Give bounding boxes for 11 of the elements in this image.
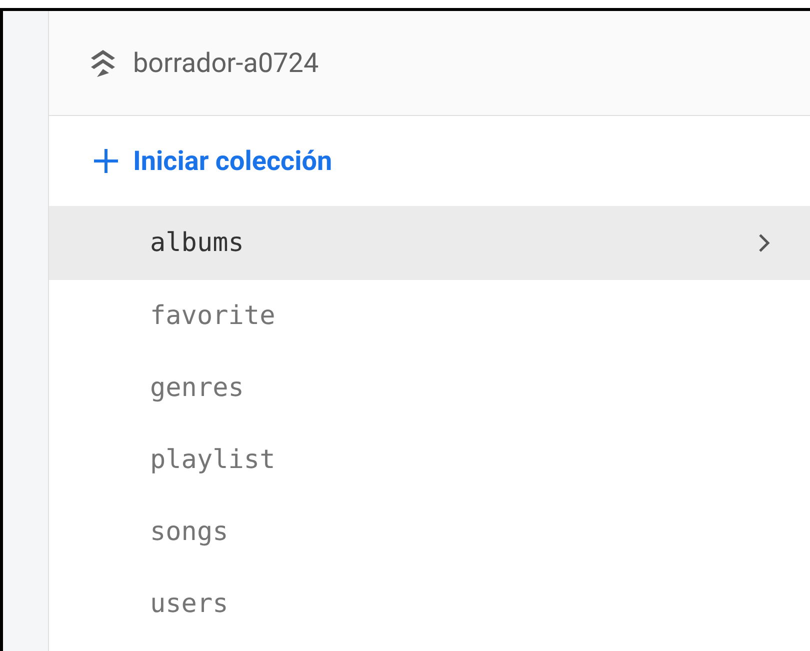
layers-icon <box>89 48 117 78</box>
collection-item[interactable]: playlist <box>49 424 810 496</box>
chevron-right-icon <box>758 233 770 253</box>
project-name: borrador-a0724 <box>133 47 319 79</box>
start-collection-button[interactable]: Iniciar colección <box>93 145 332 177</box>
collection-item[interactable]: users <box>49 568 810 640</box>
collection-item[interactable]: genres <box>49 352 810 424</box>
collection-item[interactable]: albums <box>49 206 810 280</box>
collection-item[interactable]: songs <box>49 496 810 568</box>
collection-item[interactable]: favorite <box>49 280 810 352</box>
plus-icon <box>93 148 119 174</box>
